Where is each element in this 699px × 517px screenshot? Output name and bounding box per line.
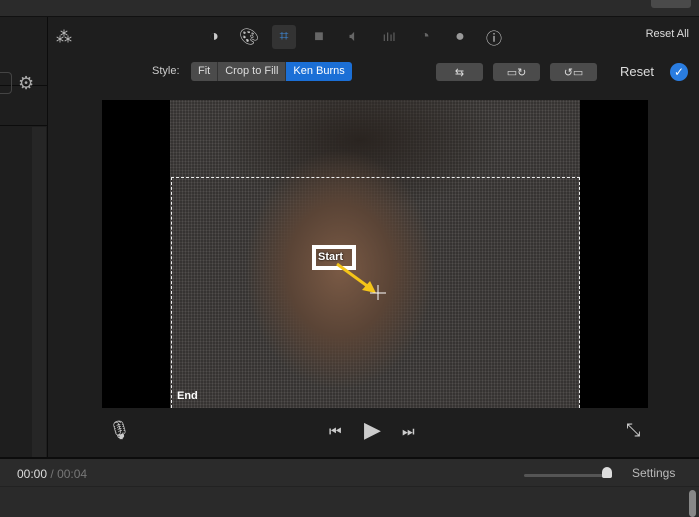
crop-icon[interactable]: ⌗ bbox=[272, 25, 296, 49]
current-time: 00:00 bbox=[17, 467, 48, 481]
search-field[interactable] bbox=[0, 72, 12, 94]
viewer: End Start bbox=[102, 100, 648, 408]
magic-wand-icon[interactable]: ⁂ bbox=[52, 25, 76, 49]
apply-checkmark-icon[interactable]: ✓ bbox=[670, 63, 688, 81]
style-crop-to-fill-button[interactable]: Crop to Fill bbox=[218, 62, 287, 81]
left-panel: ⚙ bbox=[0, 17, 48, 462]
color-balance-icon[interactable]: ◑ bbox=[202, 25, 226, 49]
reset-all-button[interactable]: Reset All bbox=[646, 28, 689, 40]
stabilization-icon[interactable]: ■ bbox=[307, 25, 331, 49]
speed-icon[interactable]: ◔ bbox=[413, 25, 437, 49]
swap-start-end-button[interactable]: ⇆ bbox=[436, 63, 483, 81]
timecode: 00:00 / 00:04 bbox=[17, 467, 87, 481]
rotate-counterclockwise-button[interactable]: ↺▭ bbox=[550, 63, 597, 81]
noise-reduction-icon[interactable]: ıIıl bbox=[377, 25, 401, 49]
ken-burns-arrow-icon bbox=[336, 262, 386, 300]
color-correction-icon[interactable]: 🎨︎ bbox=[237, 25, 261, 49]
separator: / bbox=[50, 467, 54, 481]
timeline-scrollbar[interactable] bbox=[689, 490, 696, 517]
play-icon[interactable]: ▶ bbox=[364, 417, 381, 443]
title-bar bbox=[0, 0, 699, 17]
settings-button[interactable]: Settings bbox=[632, 466, 675, 480]
zoom-slider-knob[interactable] bbox=[602, 467, 612, 478]
info-icon[interactable]: ⓘ bbox=[482, 25, 506, 49]
timeline-toolbar: 00:00 / 00:04 Settings bbox=[0, 457, 699, 487]
timeline[interactable] bbox=[0, 487, 699, 517]
scrollbar[interactable] bbox=[32, 127, 46, 462]
style-fit-button[interactable]: Fit bbox=[191, 62, 219, 81]
rotate-clockwise-button[interactable]: ▭↻ bbox=[493, 63, 540, 81]
duration: 00:04 bbox=[57, 467, 88, 481]
skip-back-icon[interactable]: ⏮︎ bbox=[329, 423, 342, 440]
fullscreen-icon[interactable]: ⤡ bbox=[626, 420, 640, 441]
zoom-slider[interactable] bbox=[524, 474, 608, 477]
skip-forward-icon[interactable]: ⏭︎ bbox=[402, 423, 415, 440]
reset-button[interactable]: Reset bbox=[620, 64, 654, 79]
volume-icon[interactable]: 🔈︎ bbox=[342, 25, 366, 49]
end-label: End bbox=[177, 390, 198, 402]
divider bbox=[0, 125, 48, 126]
style-ken-burns-button[interactable]: Ken Burns bbox=[286, 62, 352, 81]
microphone-icon[interactable]: 🎙︎ bbox=[108, 420, 131, 441]
style-label: Style: bbox=[152, 65, 180, 77]
gear-icon[interactable]: ⚙ bbox=[18, 73, 34, 94]
style-segmented-control: Fit Crop to Fill Ken Burns bbox=[191, 62, 352, 81]
window-button[interactable] bbox=[651, 0, 691, 8]
clip-filter-icon[interactable]: ● bbox=[448, 25, 472, 49]
